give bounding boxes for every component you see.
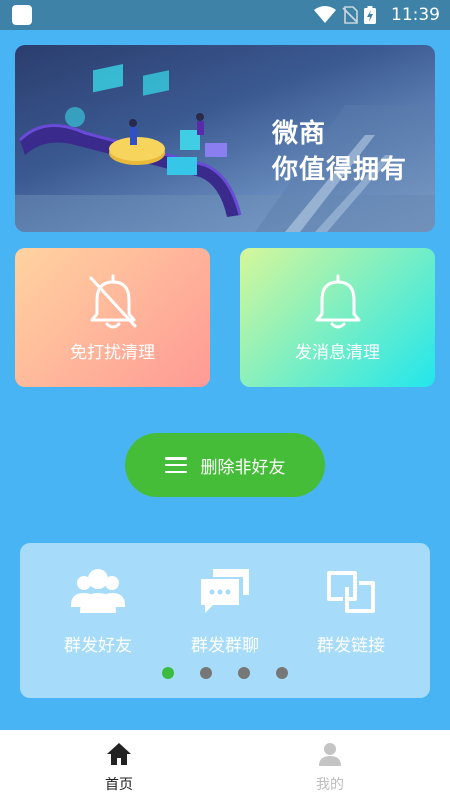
no-sim-icon xyxy=(342,6,358,24)
broadcast-links-item[interactable]: 群发链接 xyxy=(291,563,411,656)
group-users-icon xyxy=(71,569,125,613)
banner-slogan-line2: 你值得拥有 xyxy=(272,155,408,185)
message-clean-label: 发消息清理 xyxy=(295,343,380,363)
dnd-clean-label: 免打扰清理 xyxy=(70,343,155,363)
chat-bubbles-icon xyxy=(201,569,249,613)
delete-non-friends-label: 删除非好友 xyxy=(200,457,286,478)
tab-home-label: 首页 xyxy=(105,777,133,793)
broadcast-links-label: 群发链接 xyxy=(317,636,385,656)
status-time: 11:39 xyxy=(391,5,440,25)
menu-icon xyxy=(164,457,187,473)
broadcast-groups-label: 群发群聊 xyxy=(191,636,259,656)
banner-illustration xyxy=(15,64,435,232)
broadcast-panel: 群发好友 群发群聊 群发链接 xyxy=(20,543,430,698)
bell-icon xyxy=(315,274,361,329)
system-icons xyxy=(314,6,376,24)
tab-me-label: 我的 xyxy=(316,777,344,793)
home-icon xyxy=(107,743,131,765)
banner-slogan-line1: 微商 xyxy=(272,119,327,149)
pager-dots xyxy=(20,667,430,679)
bottom-tab-bar: 首页 我的 xyxy=(0,730,450,800)
wifi-icon xyxy=(314,6,336,23)
broadcast-friends-item[interactable]: 群发好友 xyxy=(38,563,158,656)
status-bar: 11:39 xyxy=(0,0,450,30)
tab-home[interactable]: 首页 xyxy=(79,742,159,794)
person-icon xyxy=(319,743,341,766)
broadcast-friends-label: 群发好友 xyxy=(64,636,132,656)
battery-charging-icon xyxy=(364,6,376,24)
pager-dot[interactable] xyxy=(200,667,212,679)
dnd-clean-card[interactable]: 免打扰清理 xyxy=(15,248,210,387)
delete-non-friends-button[interactable]: 删除非好友 xyxy=(125,433,325,497)
message-clean-card[interactable]: 发消息清理 xyxy=(240,248,435,387)
pager-dot[interactable] xyxy=(276,667,288,679)
link-squares-icon xyxy=(327,571,375,613)
promo-banner[interactable]: 微商 你值得拥有 xyxy=(15,45,435,232)
bell-off-icon xyxy=(89,274,137,329)
broadcast-groups-item[interactable]: 群发群聊 xyxy=(165,563,285,656)
pager-dot[interactable] xyxy=(238,667,250,679)
tab-me[interactable]: 我的 xyxy=(290,742,370,794)
app-square-icon xyxy=(12,5,32,25)
pager-dot[interactable] xyxy=(162,667,174,679)
